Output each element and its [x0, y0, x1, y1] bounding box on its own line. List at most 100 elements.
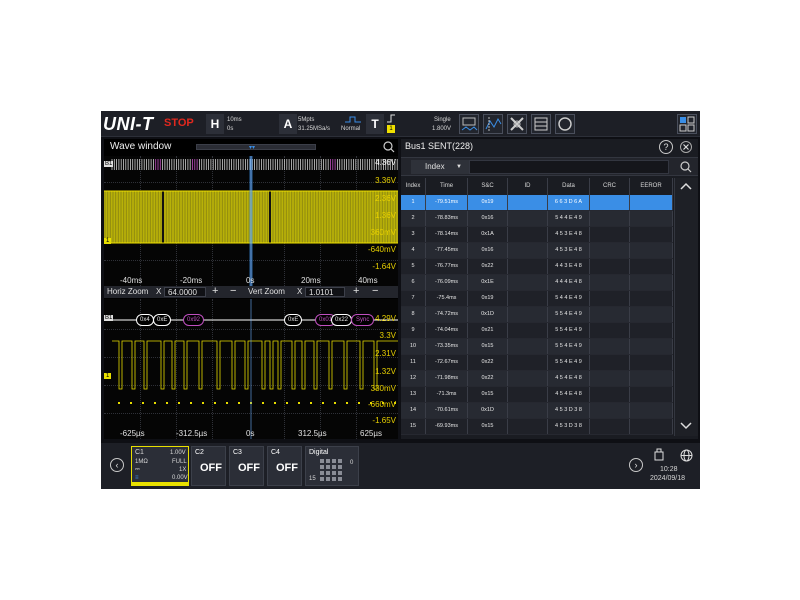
- table-cell: -70.61ms: [426, 403, 468, 418]
- table-row[interactable]: 11 -72.67ms 0x22 5 5 4 E 4 9: [401, 355, 673, 371]
- acquire-key[interactable]: A: [279, 114, 297, 134]
- channel1-box[interactable]: C1 1.00V 1MΩ FULL ⎓ 1X ≡ 0.00V: [131, 446, 189, 486]
- decode-box[interactable]: 0x22: [331, 314, 353, 326]
- timebase-value: 10ms: [227, 117, 242, 123]
- zoom-circle-icon[interactable]: [555, 114, 575, 134]
- trigger-mode: Single: [434, 117, 451, 123]
- column-header[interactable]: CRC: [590, 178, 630, 195]
- table-cell: -72.67ms: [426, 355, 468, 370]
- channel4-box[interactable]: C4 OFF: [267, 446, 302, 486]
- filter-search-icon[interactable]: [680, 161, 692, 173]
- table-cell: 0x16: [468, 243, 508, 258]
- channel1-offset: 0.00V: [172, 475, 188, 481]
- table-row[interactable]: 10 -73.35ms 0x15 5 5 4 E 4 9: [401, 339, 673, 355]
- table-row[interactable]: 7 -75.4ms 0x19 5 4 4 E 4 9: [401, 291, 673, 307]
- table-row[interactable]: 3 -78.14ms 0x1A 4 5 3 E 4 8: [401, 227, 673, 243]
- table-scrollbar[interactable]: [674, 178, 698, 436]
- horiz-zoom-input[interactable]: 64.0000: [164, 287, 206, 297]
- run-stop-button[interactable]: STOP: [164, 117, 194, 129]
- channel1-bandwidth: FULL: [172, 459, 187, 465]
- table-cell: [630, 291, 673, 306]
- network-globe-icon[interactable]: [680, 449, 693, 462]
- decode-box[interactable]: 0x4: [136, 314, 154, 326]
- column-header[interactable]: Data: [548, 178, 590, 195]
- table-cell: [590, 211, 630, 226]
- table-row[interactable]: 8 -74.72ms 0x1D 5 5 4 E 4 9: [401, 307, 673, 323]
- horiz-zoom-minus-button[interactable]: −: [230, 285, 236, 297]
- horizontal-key[interactable]: H: [206, 114, 224, 134]
- table-cell: [590, 371, 630, 386]
- table-row[interactable]: 5 -76.77ms 0x22 4 4 3 E 4 8: [401, 259, 673, 275]
- table-cell: 0x16: [468, 211, 508, 226]
- decode-box[interactable]: 0xE: [284, 314, 303, 326]
- table-cell: 4 5 3 E 4 8: [548, 227, 590, 242]
- zoom-time-label: 625µs: [360, 429, 382, 438]
- table-cell: [630, 403, 673, 418]
- table-cell: [590, 291, 630, 306]
- layout-grid-icon[interactable]: [677, 114, 697, 134]
- close-icon[interactable]: [680, 141, 692, 153]
- table-row[interactable]: 12 -71.98ms 0x22 4 5 4 E 4 8: [401, 371, 673, 387]
- channel1-invert-icon: ≡: [135, 475, 139, 481]
- trigger-key[interactable]: T: [366, 114, 384, 134]
- channel2-box[interactable]: C2 OFF: [191, 446, 226, 486]
- table-row[interactable]: 14 -70.61ms 0x1D 4 5 3 D 3 8: [401, 403, 673, 419]
- table-row[interactable]: 2 -78.83ms 0x16 5 4 4 E 4 9: [401, 211, 673, 227]
- usb-storage-icon[interactable]: [654, 448, 664, 461]
- table-row[interactable]: 13 -71.3ms 0x15 4 5 4 E 4 8: [401, 387, 673, 403]
- column-header[interactable]: EEROR: [630, 178, 673, 195]
- bus-tag: B1: [104, 161, 114, 167]
- column-header[interactable]: S&C: [468, 178, 508, 195]
- column-header[interactable]: ID: [508, 178, 548, 195]
- channel3-box[interactable]: C3 OFF: [229, 446, 264, 486]
- table-row[interactable]: 4 -77.45ms 0x16 4 5 3 E 4 8: [401, 243, 673, 259]
- zoom-waveform-plot[interactable]: B1 1 0x4 0xE 0x92 0xE 0x01 0x22 Sync 4.2…: [104, 299, 398, 439]
- table-cell: [590, 403, 630, 418]
- table-cell: 0x19: [468, 291, 508, 306]
- channel1-scale: 1.00V: [170, 450, 186, 456]
- filter-input[interactable]: [469, 160, 669, 174]
- help-icon[interactable]: ?: [659, 140, 673, 154]
- vert-zoom-input[interactable]: 1.0101: [305, 287, 345, 297]
- horiz-zoom-plus-button[interactable]: +: [212, 285, 218, 297]
- table-row[interactable]: 9 -74.04ms 0x21 5 5 4 E 4 9: [401, 323, 673, 339]
- zoom-control-row: Horiz Zoom X 64.0000 + − Vert Zoom X 1.0…: [104, 285, 398, 298]
- waveform-overview-bar[interactable]: ▾▾: [196, 144, 316, 151]
- table-cell: [508, 403, 548, 418]
- decode-box[interactable]: 0xE: [153, 314, 172, 326]
- cursor-tool-icon[interactable]: [483, 114, 503, 134]
- filter-select[interactable]: Index ▼: [411, 160, 469, 174]
- table-cell: [630, 227, 673, 242]
- table-cell: [630, 355, 673, 370]
- digital-box[interactable]: Digital 0 15: [305, 446, 359, 486]
- table-row[interactable]: 15 -69.93ms 0x15 4 5 3 D 3 8: [401, 419, 673, 435]
- column-header[interactable]: Time: [426, 178, 468, 195]
- mask-tool-icon[interactable]: [507, 114, 527, 134]
- table-cell: [590, 243, 630, 258]
- bottom-scroll-left-icon[interactable]: ‹: [110, 458, 124, 472]
- search-icon[interactable]: [383, 141, 395, 153]
- table-cell: 4 5 4 E 4 8: [548, 371, 590, 386]
- scroll-down-icon[interactable]: [680, 421, 692, 431]
- scroll-up-icon[interactable]: [680, 181, 692, 191]
- bottom-scroll-right-icon[interactable]: ›: [629, 458, 643, 472]
- column-header[interactable]: Index: [401, 178, 426, 195]
- digital-bottom-index: 15: [309, 476, 316, 482]
- wave-window-title: Wave window: [110, 141, 172, 152]
- main-waveform-plot[interactable]: B1 1 4.36V 3.36V 2.36V 1.36V 360mV -640m…: [104, 156, 398, 286]
- table-cell: -77.45ms: [426, 243, 468, 258]
- table-row[interactable]: 6 -76.09ms 0x1E 4 4 4 E 4 8: [401, 275, 673, 291]
- wave-window: Wave window ▾▾ B1 1 4.36V 3.36V 2.36V 1.…: [104, 139, 398, 439]
- vert-zoom-minus-button[interactable]: −: [372, 285, 378, 297]
- decode-sync-box[interactable]: Sync: [351, 314, 375, 326]
- top-status-bar: UNI-T STOP H 10ms 0s A 5Mpts 31.25MSa/s …: [101, 111, 700, 137]
- table-row[interactable]: 1 -79.51ms 0x19 6 6 3 D 6 A: [401, 195, 673, 211]
- vert-zoom-plus-button[interactable]: +: [353, 285, 359, 297]
- table-cell: [508, 419, 548, 434]
- decode-box[interactable]: 0x92: [183, 314, 205, 326]
- trigger-level: 1.800V: [432, 126, 452, 132]
- table-cell: [630, 387, 673, 402]
- table-cell: [508, 339, 548, 354]
- table-tool-icon[interactable]: [531, 114, 551, 134]
- measure-tool-icon[interactable]: [459, 114, 479, 134]
